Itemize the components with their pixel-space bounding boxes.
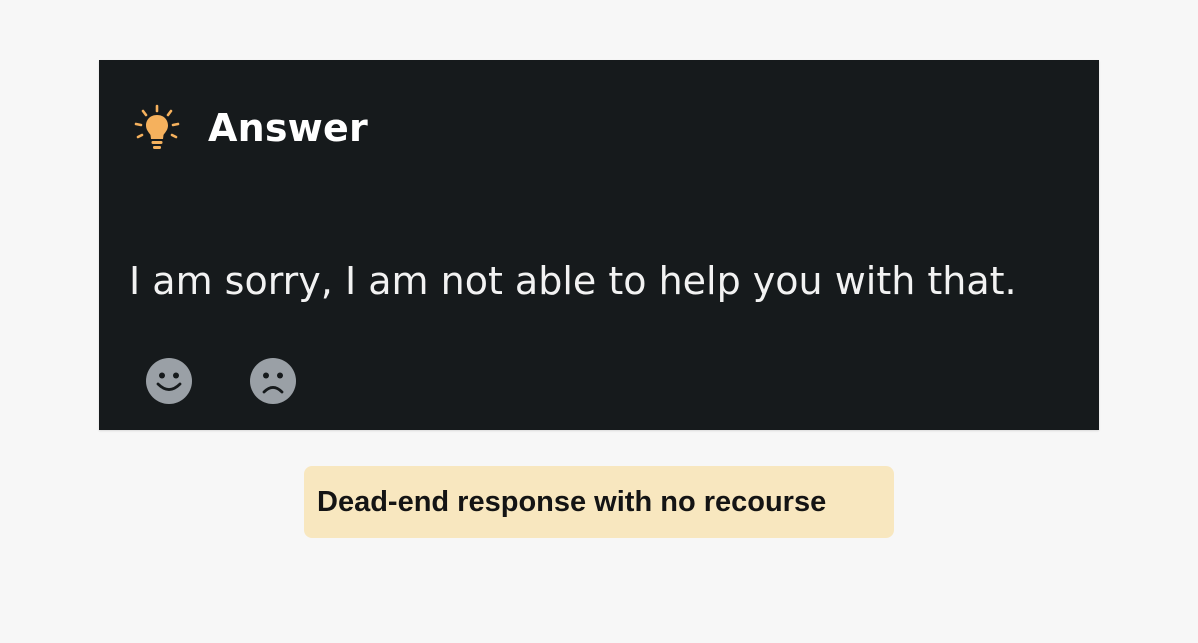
- smiley-face-icon: [146, 358, 192, 404]
- card-header: Answer: [132, 102, 368, 154]
- lightbulb-icon: [134, 104, 180, 149]
- caption-text: Dead-end response with no recourse: [317, 486, 827, 518]
- thumbs-down-button[interactable]: [249, 357, 297, 405]
- feedback-buttons: [145, 357, 297, 405]
- caption-box: Dead-end response with no recourse: [304, 466, 894, 538]
- frowning-face-icon: [250, 358, 296, 404]
- answer-card: Answer I am sorry, I am not able to help…: [99, 60, 1099, 430]
- answer-message: I am sorry, I am not able to help you wi…: [129, 259, 1017, 303]
- answer-title: Answer: [208, 106, 368, 150]
- thumbs-up-button[interactable]: [145, 357, 193, 405]
